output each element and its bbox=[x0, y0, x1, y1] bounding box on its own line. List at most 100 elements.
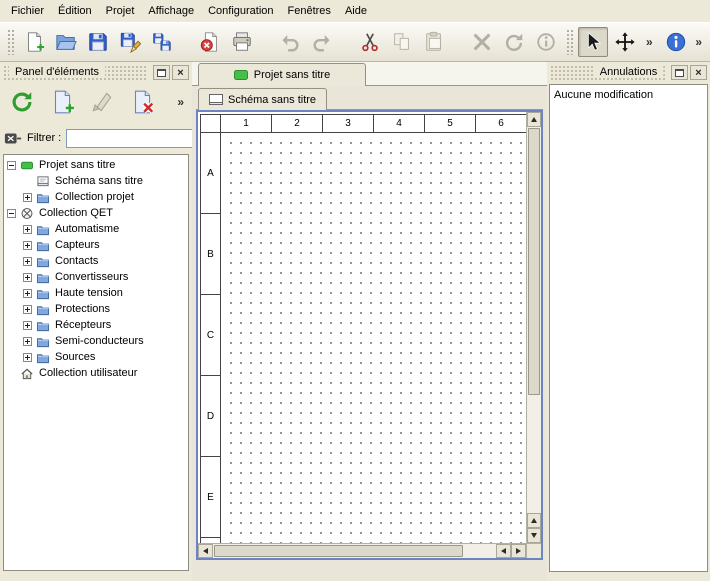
print-icon bbox=[231, 31, 253, 53]
scroll-up-button[interactable] bbox=[527, 513, 541, 528]
save-all-button[interactable] bbox=[147, 27, 177, 57]
menu-aide[interactable]: Aide bbox=[338, 1, 374, 21]
expand-icon[interactable] bbox=[23, 337, 32, 346]
row-header: B bbox=[201, 214, 220, 295]
row-header: D bbox=[201, 376, 220, 457]
tree-item-project[interactable]: Projet sans titre bbox=[4, 157, 188, 173]
folder-icon bbox=[36, 255, 51, 268]
save-button[interactable] bbox=[83, 27, 113, 57]
close-file-icon bbox=[199, 31, 221, 53]
schema-icon bbox=[209, 94, 223, 105]
scroll-down-button[interactable] bbox=[527, 528, 541, 543]
copy-button[interactable] bbox=[387, 27, 417, 57]
about-button[interactable] bbox=[661, 27, 691, 57]
expand-icon[interactable] bbox=[23, 289, 32, 298]
column-header: 4 bbox=[374, 115, 425, 132]
toolbar-overflow-button[interactable]: » bbox=[642, 33, 657, 51]
menu-affichage[interactable]: Affichage bbox=[141, 1, 201, 21]
help-overflow-button[interactable]: » bbox=[691, 33, 706, 51]
schema-canvas[interactable] bbox=[222, 134, 526, 543]
reload-collections-button[interactable] bbox=[4, 85, 40, 119]
delete-button[interactable] bbox=[467, 27, 497, 57]
row-header: E bbox=[201, 457, 220, 538]
expand-icon[interactable] bbox=[23, 241, 32, 250]
expand-icon[interactable] bbox=[23, 193, 32, 202]
scroll-left-button[interactable] bbox=[198, 544, 213, 558]
undo-dock-titlebar[interactable]: Annulations bbox=[550, 65, 707, 82]
horizontal-scrollbar-thumb[interactable] bbox=[214, 545, 463, 557]
vertical-scrollbar[interactable] bbox=[526, 112, 541, 543]
column-header: 3 bbox=[323, 115, 374, 132]
conductor-info-button[interactable] bbox=[531, 27, 561, 57]
undo-icon bbox=[279, 31, 301, 53]
tree-item-recepteurs[interactable]: Récepteurs bbox=[4, 317, 188, 333]
new-element-button[interactable] bbox=[44, 85, 80, 119]
scroll-up-button[interactable] bbox=[527, 112, 541, 127]
paste-button[interactable] bbox=[419, 27, 449, 57]
tab-project[interactable]: Projet sans titre bbox=[198, 63, 366, 86]
float-dock-button[interactable] bbox=[671, 65, 688, 80]
tree-item-label: Collection QET bbox=[39, 207, 115, 219]
cut-button[interactable] bbox=[355, 27, 385, 57]
close-file-button[interactable] bbox=[195, 27, 225, 57]
vertical-scrollbar-thumb[interactable] bbox=[528, 128, 540, 395]
tree-item-label: Collection projet bbox=[55, 191, 136, 203]
expand-icon[interactable] bbox=[23, 225, 32, 234]
undo-dock: Annulations Aucune modification bbox=[547, 62, 710, 581]
horizontal-scrollbar[interactable] bbox=[198, 543, 526, 558]
delete-element-button[interactable] bbox=[124, 85, 160, 119]
move-mode-button[interactable] bbox=[610, 27, 640, 57]
float-dock-button[interactable] bbox=[153, 65, 170, 80]
open-file-button[interactable] bbox=[51, 27, 81, 57]
expand-icon[interactable] bbox=[23, 305, 32, 314]
tree-item-collection-projet[interactable]: Collection projet bbox=[4, 189, 188, 205]
elements-panel-titlebar[interactable]: Panel d'éléments bbox=[3, 65, 189, 82]
undo-history-panel: Aucune modification bbox=[549, 84, 708, 572]
undo-button[interactable] bbox=[275, 27, 305, 57]
menu-configuration[interactable]: Configuration bbox=[201, 1, 280, 21]
folder-icon bbox=[36, 287, 51, 300]
open-folder-icon bbox=[55, 31, 77, 53]
expand-icon[interactable] bbox=[23, 353, 32, 362]
tree-item-capteurs[interactable]: Capteurs bbox=[4, 237, 188, 253]
tree-item-protections[interactable]: Protections bbox=[4, 301, 188, 317]
print-button[interactable] bbox=[227, 27, 257, 57]
tree-item-automatisme[interactable]: Automatisme bbox=[4, 221, 188, 237]
menu-edition[interactable]: Édition bbox=[51, 1, 99, 21]
toolbar-drag-handle[interactable] bbox=[7, 29, 14, 55]
panel-overflow-button[interactable]: » bbox=[173, 93, 188, 111]
tree-item-collection-qet[interactable]: Collection QET bbox=[4, 205, 188, 221]
tree-item-collection-utilisateur[interactable]: Collection utilisateur bbox=[4, 365, 188, 381]
collapse-icon[interactable] bbox=[7, 209, 16, 218]
new-file-button[interactable] bbox=[19, 27, 49, 57]
tree-item-sources[interactable]: Sources bbox=[4, 349, 188, 365]
tree-item-label: Semi-conducteurs bbox=[55, 335, 146, 347]
redo-button[interactable] bbox=[307, 27, 337, 57]
tree-item-schema[interactable]: Schéma sans titre bbox=[4, 173, 188, 189]
folder-icon bbox=[36, 271, 51, 284]
edit-element-button[interactable] bbox=[84, 85, 120, 119]
selection-mode-button[interactable] bbox=[578, 27, 608, 57]
tab-schema[interactable]: Schéma sans titre bbox=[198, 88, 327, 110]
close-dock-button[interactable] bbox=[172, 65, 189, 80]
close-dock-button[interactable] bbox=[690, 65, 707, 80]
expand-icon[interactable] bbox=[23, 273, 32, 282]
collapse-icon[interactable] bbox=[7, 161, 16, 170]
save-as-button[interactable] bbox=[115, 27, 145, 57]
expand-icon[interactable] bbox=[23, 321, 32, 330]
arrow-down-icon bbox=[531, 533, 537, 538]
expand-icon[interactable] bbox=[23, 257, 32, 266]
tree-item-haute-tension[interactable]: Haute tension bbox=[4, 285, 188, 301]
menu-projet[interactable]: Projet bbox=[99, 1, 142, 21]
undo-list-item[interactable]: Aucune modification bbox=[550, 87, 707, 103]
rotate-button[interactable] bbox=[499, 27, 529, 57]
menu-fichier[interactable]: Fichier bbox=[4, 1, 51, 21]
tree-item-convertisseurs[interactable]: Convertisseurs bbox=[4, 269, 188, 285]
scroll-left-button[interactable] bbox=[496, 544, 511, 558]
menu-fenetres[interactable]: Fenêtres bbox=[281, 1, 338, 21]
clear-filter-button[interactable] bbox=[4, 131, 22, 146]
tree-item-semi-conducteurs[interactable]: Semi-conducteurs bbox=[4, 333, 188, 349]
tree-item-contacts[interactable]: Contacts bbox=[4, 253, 188, 269]
scroll-right-button[interactable] bbox=[511, 544, 526, 558]
filter-label: Filtrer : bbox=[27, 132, 61, 144]
